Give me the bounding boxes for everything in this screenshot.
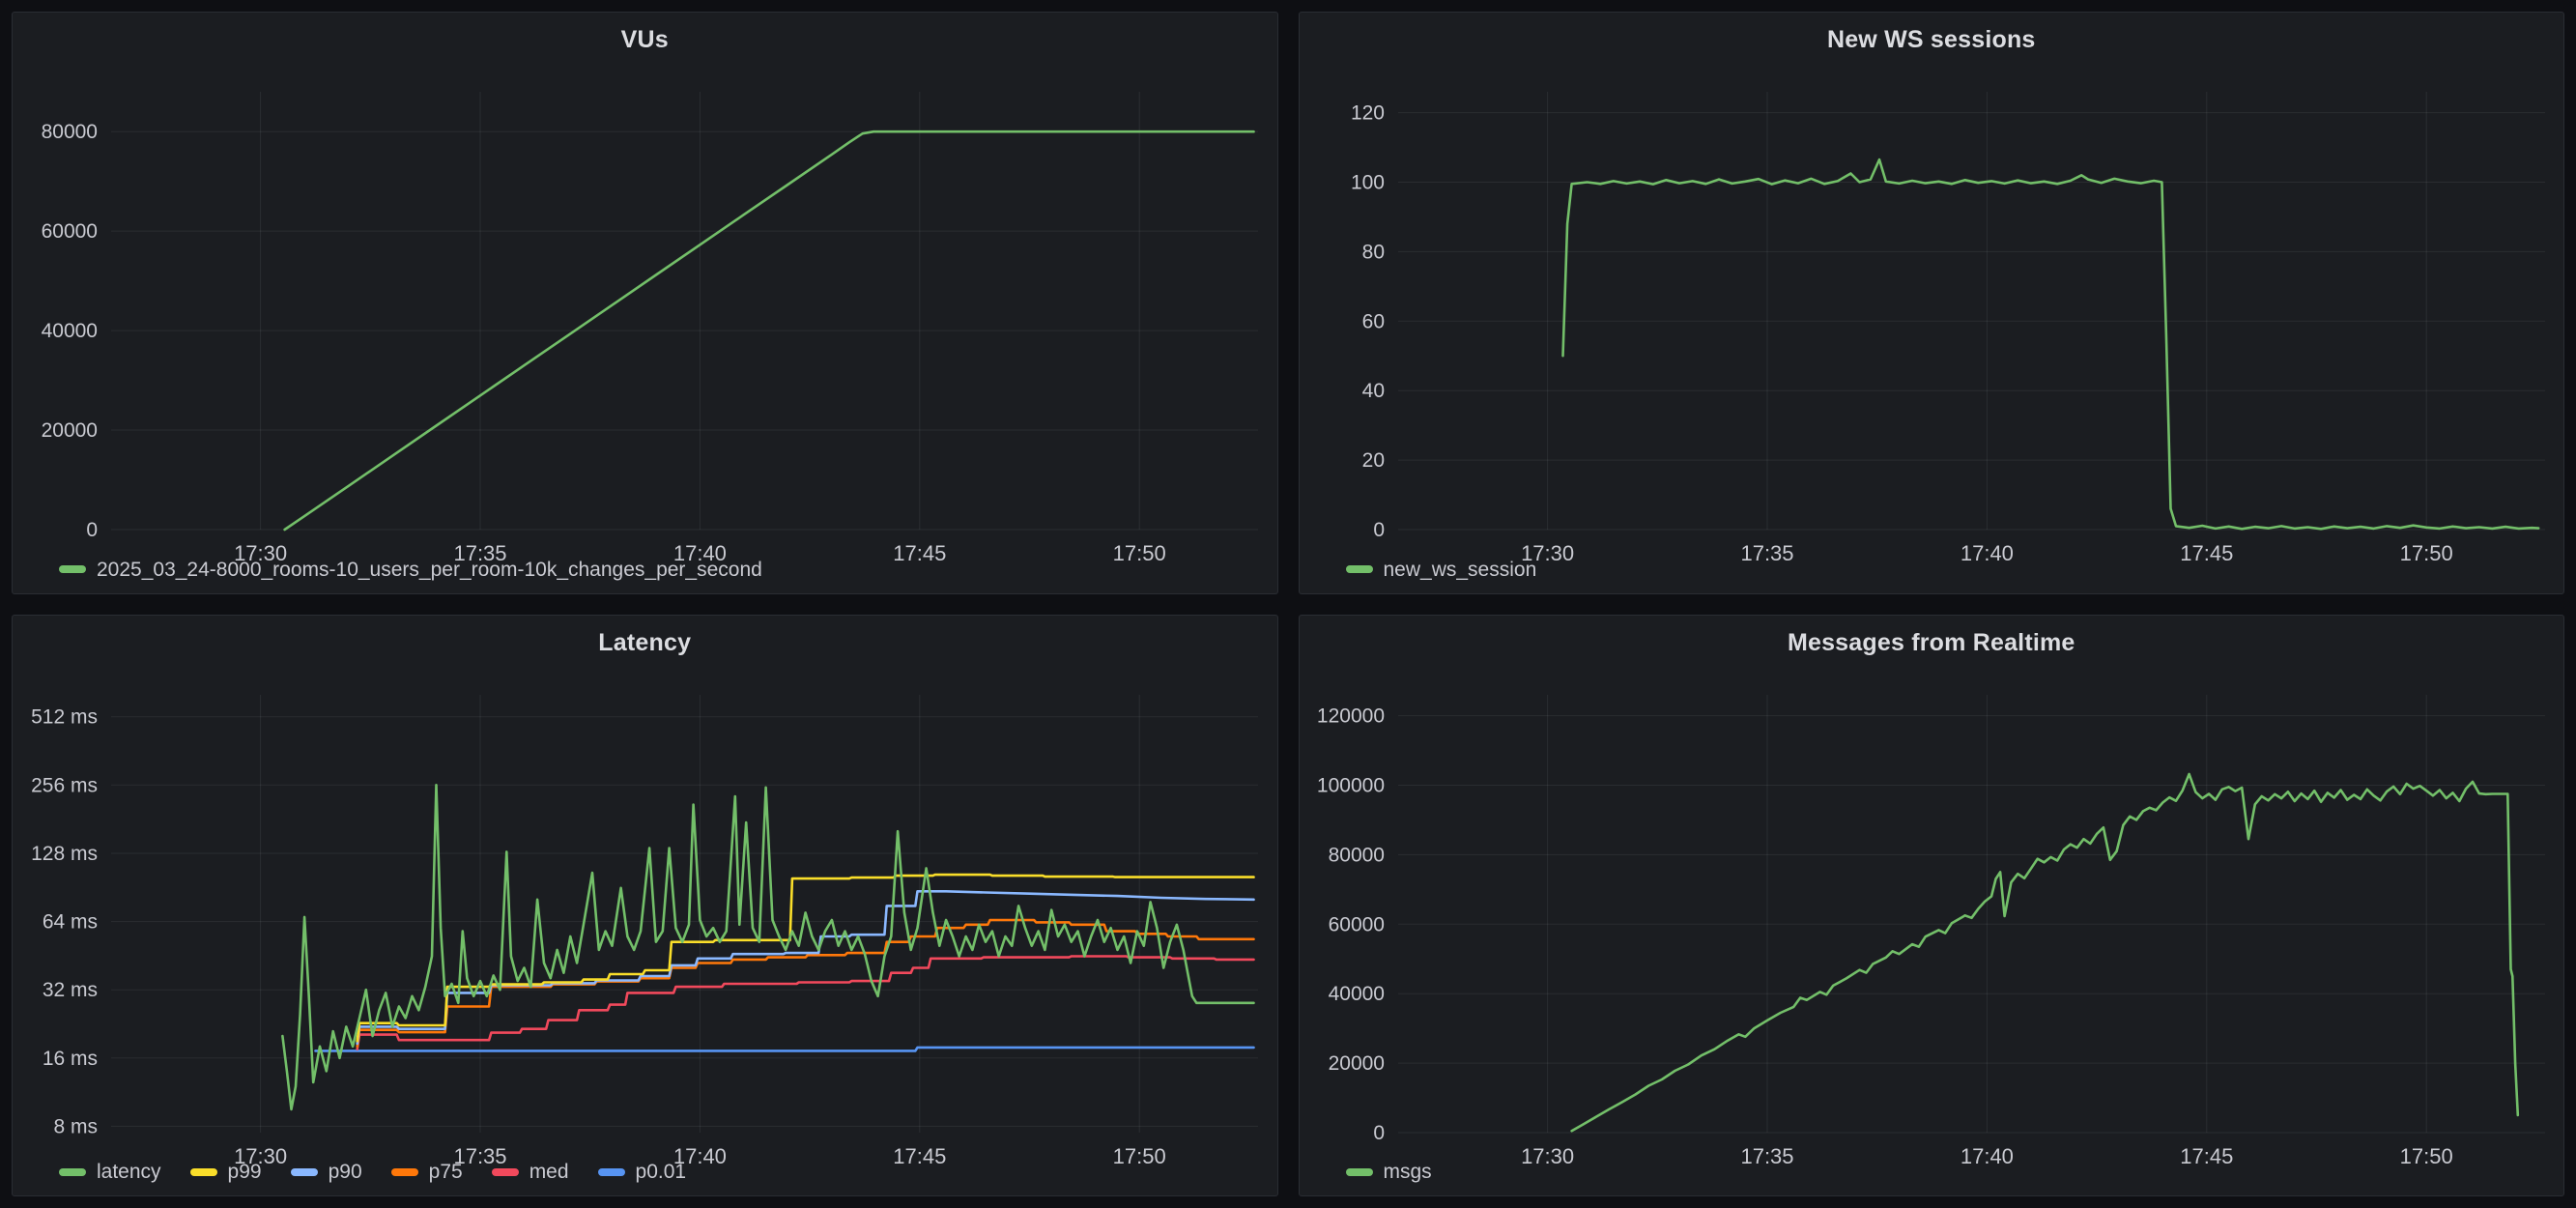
y-tick-label: 80000: [42, 121, 98, 143]
y-tick-label: 20000: [1328, 1052, 1384, 1075]
y-tick-label: 40000: [1328, 983, 1384, 1005]
y-tick-label: 8 ms: [53, 1115, 98, 1137]
y-tick-label: 0: [86, 519, 98, 541]
panel-title-new-ws-sessions[interactable]: New WS sessions: [1300, 13, 2564, 59]
latency-chart-canvas[interactable]: 8 ms16 ms32 ms64 ms128 ms256 ms512 ms17:…: [13, 662, 1277, 1159]
x-tick-label: 17:50: [1113, 541, 1166, 565]
series-line-p0-01: [316, 1047, 1254, 1050]
y-tick-label: 128 ms: [31, 843, 98, 865]
x-tick-label: 17:45: [893, 1144, 946, 1168]
x-tick-label: 17:35: [1740, 1144, 1793, 1168]
panel-title-vus[interactable]: VUs: [13, 13, 1277, 59]
series-line-med: [358, 956, 1254, 1049]
vus-chart-canvas[interactable]: 02000040000600008000017:3017:3517:4017:4…: [13, 59, 1277, 556]
x-tick-label: 17:35: [453, 541, 506, 565]
x-tick-label: 17:45: [2180, 541, 2233, 565]
panel-vus: VUs 0 20000 40000 60000 80000 17:30 17:35 17:40…: [12, 12, 1278, 594]
x-tick-label: 17:35: [453, 1144, 506, 1168]
x-tick-label: 17:50: [2399, 541, 2452, 565]
y-tick-label: 20000: [42, 419, 98, 442]
chart-svg: 8 ms 16 ms 32 ms 64 ms 128 ms 256 ms 512 ms 17:…: [13, 662, 1277, 1179]
new-ws-sessions-chart-canvas[interactable]: 02040608010012017:3017:3517:4017:4517:50: [1300, 59, 2564, 556]
y-tick-label: 60: [1361, 310, 1384, 332]
x-tick-label: 17:30: [1521, 1144, 1574, 1168]
y-tick-label: 100: [1350, 172, 1384, 194]
y-tick-label: 256 ms: [31, 774, 98, 796]
panel-latency: Latency 8 ms 16 ms 32 ms 64 ms 128 ms 256 ms 5…: [12, 615, 1278, 1197]
y-tick-label: 20: [1361, 449, 1384, 472]
y-tick-label: 80000: [1328, 844, 1384, 866]
y-tick-label: 80: [1361, 241, 1384, 263]
y-tick-label: 60000: [1328, 913, 1384, 935]
x-tick-label: 17:30: [234, 541, 287, 565]
panel-new-ws-sessions: New WS sessions 0 20 40 60 80 100 120 17:30 17:3…: [1299, 12, 2565, 594]
y-tick-label: 512 ms: [31, 705, 98, 728]
x-tick-label: 17:50: [1113, 1144, 1166, 1168]
panel-messages-from-realtime: Messages from Realtime 0 20000 40000 60000 8…: [1299, 615, 2565, 1197]
series-line-new-ws-session: [1562, 159, 2538, 529]
grafana-dashboard: VUs 0 20000 40000 60000 80000 17:30 17:35 17:40…: [0, 0, 2576, 1208]
x-tick-label: 17:40: [673, 541, 727, 565]
y-tick-label: 60000: [42, 220, 98, 243]
series-line-msgs: [1571, 774, 2517, 1131]
x-tick-label: 17:30: [234, 1144, 287, 1168]
y-tick-label: 64 ms: [43, 910, 98, 933]
y-tick-label: 120: [1350, 102, 1384, 125]
panel-title-messages-from-realtime[interactable]: Messages from Realtime: [1300, 616, 2564, 662]
x-tick-label: 17:30: [1521, 541, 1574, 565]
messages-chart-canvas[interactable]: 02000040000600008000010000012000017:3017…: [1300, 662, 2564, 1159]
y-tick-label: 0: [1373, 1122, 1385, 1144]
x-tick-label: 17:45: [893, 541, 946, 565]
x-tick-label: 17:40: [1960, 1144, 2013, 1168]
chart-svg: 0 20 40 60 80 100 120 17:30 17:35 17:40 17:45 17:50: [1300, 59, 2564, 576]
panel-title-latency[interactable]: Latency: [13, 616, 1277, 662]
x-tick-label: 17:40: [1960, 541, 2013, 565]
y-tick-label: 40: [1361, 380, 1384, 402]
y-tick-label: 0: [1373, 519, 1385, 541]
x-tick-label: 17:35: [1740, 541, 1793, 565]
y-tick-label: 120000: [1316, 705, 1384, 727]
chart-svg: 0 20000 40000 60000 80000 17:30 17:35 17:40 17:4…: [13, 59, 1277, 576]
x-tick-label: 17:50: [2399, 1144, 2452, 1168]
chart-svg: 0 20000 40000 60000 80000 100000 120000 17:30 17…: [1300, 662, 2564, 1179]
y-tick-label: 32 ms: [43, 979, 98, 1001]
x-tick-label: 17:45: [2180, 1144, 2233, 1168]
y-tick-label: 40000: [42, 320, 98, 342]
x-tick-label: 17:40: [673, 1144, 727, 1168]
y-tick-label: 100000: [1316, 774, 1384, 796]
y-tick-label: 16 ms: [43, 1047, 98, 1069]
series-line-latency: [282, 785, 1253, 1109]
